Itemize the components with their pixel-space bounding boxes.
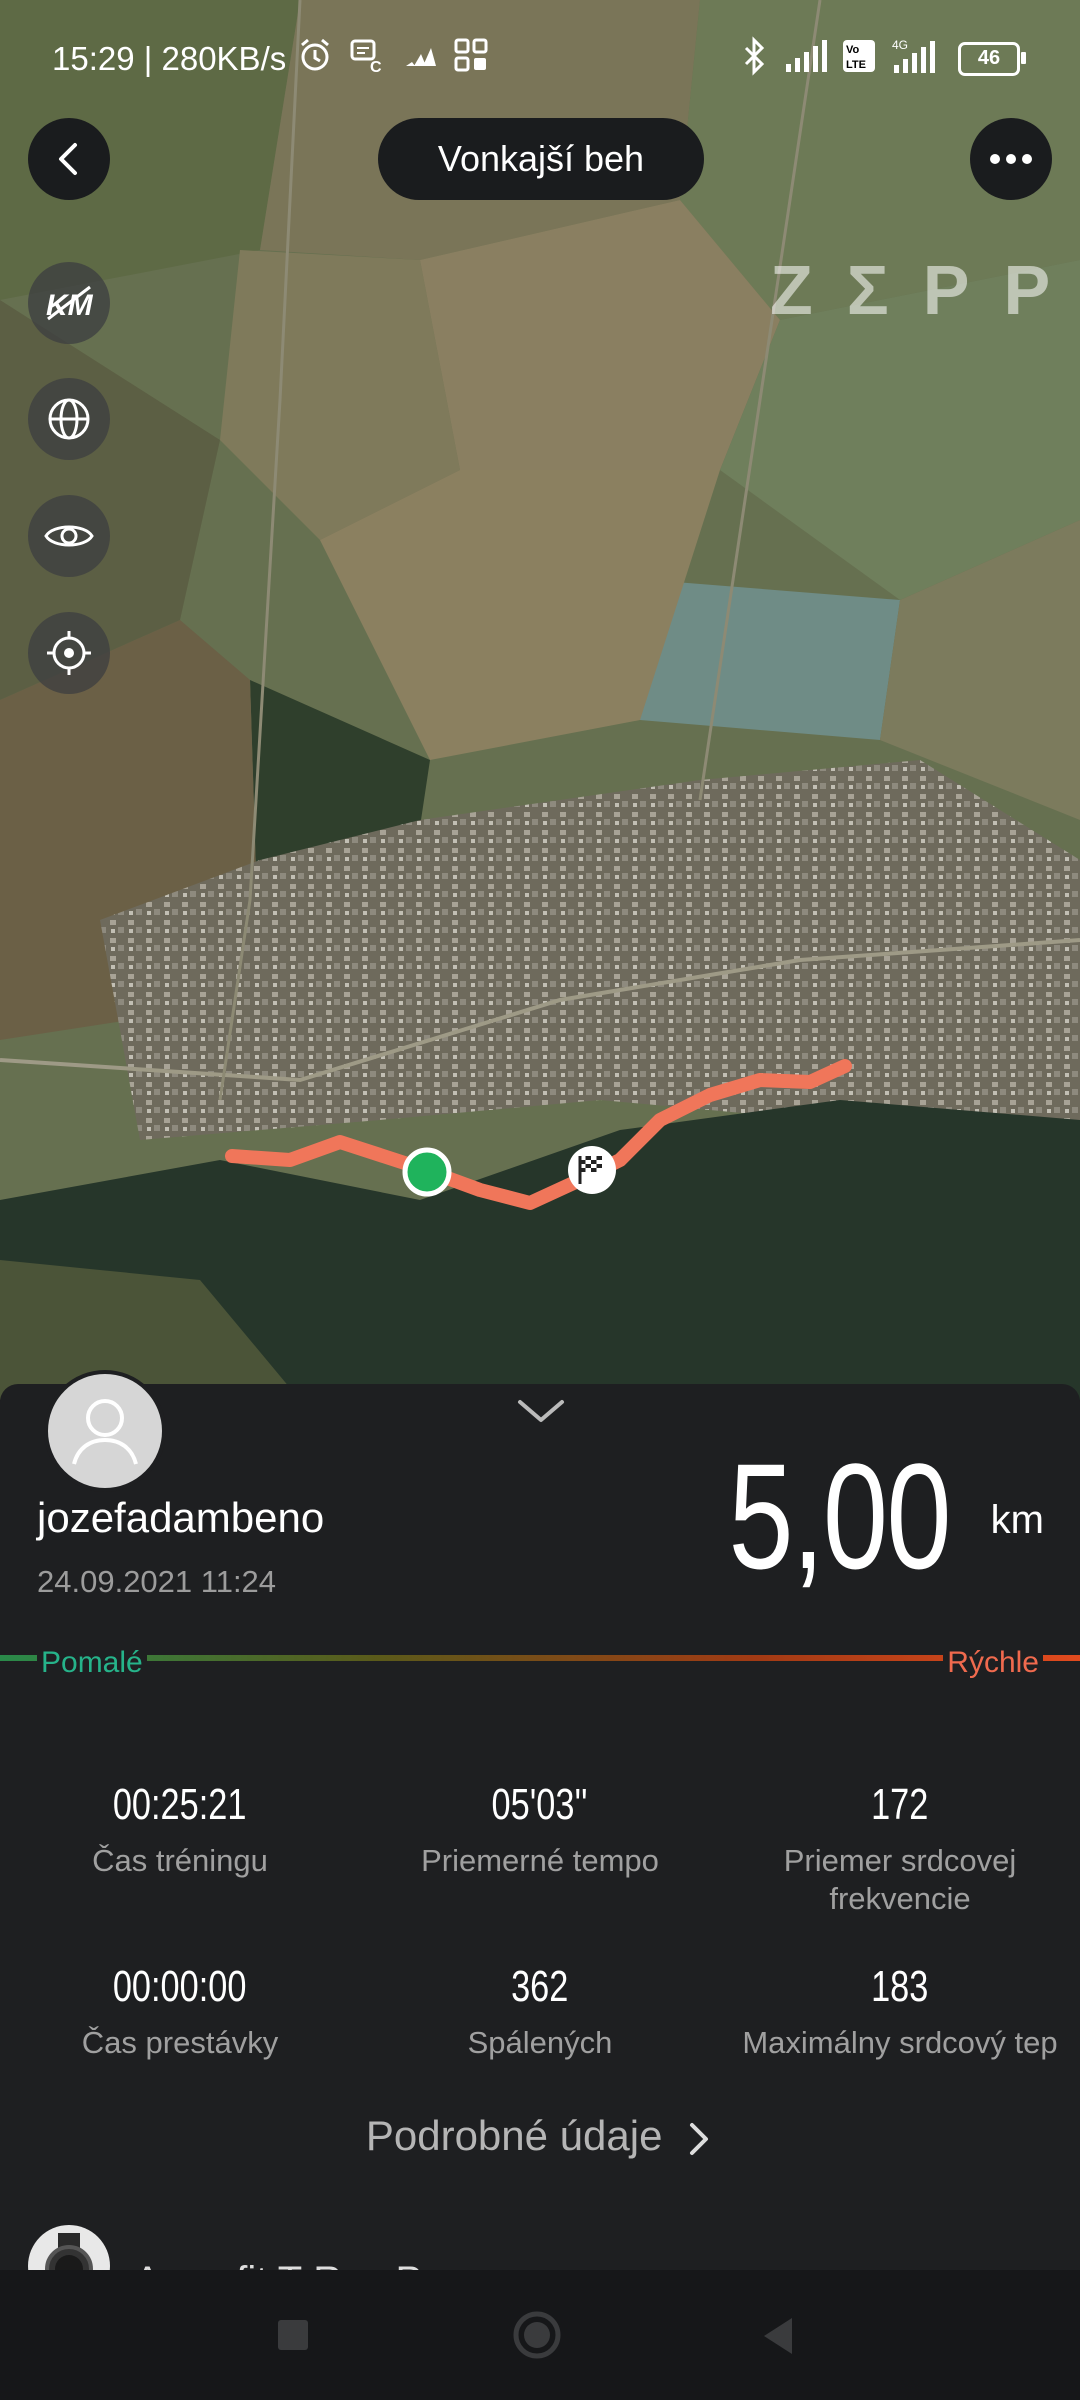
svg-text:Vo: Vo [846,44,860,56]
recents-button[interactable] [276,2318,310,2357]
fast-label: Rýchle [943,1646,1043,1680]
status-bar: 15:29 | 280KB/s C Vo LTE 4G 46 [0,0,1080,120]
slow-label: Pomalé [37,1646,147,1680]
locate-icon [47,631,91,675]
collapse-sheet-button[interactable] [516,1396,566,1431]
back-icon [59,143,77,175]
home-button[interactable] [512,2310,562,2365]
distance-unit: km [990,1498,1044,1542]
notification-icon: C [348,36,386,79]
stat-value: 183 [871,1962,929,2011]
finish-flag-marker [568,1146,616,1194]
battery-icon: 46 [958,41,1026,76]
svg-text:C: C [370,59,382,74]
person-icon [72,1399,138,1465]
bluetooth-icon [740,36,770,81]
chevron-right-icon [690,2122,709,2155]
stat-avg-heart-rate: 172 Priemer srdcovej frekvencie [720,1780,1080,1918]
visibility-button[interactable] [28,495,110,577]
svg-text:LTE: LTE [846,59,866,71]
nav-back-button[interactable] [760,2316,796,2361]
km-marker-icon: KM [46,285,94,322]
svg-text:4G: 4G [892,38,908,52]
stat-label: Priemer srdcovej frekvencie [783,1843,1017,1916]
stat-value: 00:25:21 [113,1780,247,1829]
status-right-icons: Vo LTE 4G 46 [740,36,1026,81]
stat-label: Priemerné tempo [421,1843,659,1878]
stat-avg-pace: 05'03'' Priemerné tempo [360,1780,720,1880]
zepp-logo: ZΣPP [770,251,1080,329]
circle-home-icon [513,2311,561,2359]
satellite-map-image [0,0,1080,1400]
stat-training-time: 00:25:21 Čas tréningu [0,1780,360,1880]
system-navigation-bar [0,2270,1080,2400]
stat-label: Čas prestávky [81,2025,279,2060]
stat-pause-time: 00:00:00 Čas prestávky [0,1962,360,2062]
stat-max-heart-rate: 183 Maximálny srdcový tep [720,1962,1080,2062]
back-button[interactable] [28,118,110,200]
status-time: 15:29 | 280KB/s [52,40,287,77]
username: jozefadambeno [37,1494,325,1541]
stat-label: Spálených [467,2025,613,2060]
avatar[interactable] [44,1370,166,1492]
distance-value: 5,00 [728,1432,952,1600]
route-map[interactable] [0,0,1080,1400]
activity-title: Vonkajší beh [378,118,704,200]
start-marker [402,1147,452,1197]
details-link[interactable]: Podrobné údaje [0,2112,1080,2160]
stat-value: 172 [871,1780,929,1829]
volte-icon: Vo LTE [842,39,876,78]
square-icon [278,2320,308,2350]
chevron-down-icon [518,1400,564,1422]
stat-value: 05'03'' [491,1780,589,1829]
km-marker-button[interactable]: KM [28,262,110,344]
eye-icon [44,525,94,547]
more-icon [990,154,1032,164]
stat-label: Čas tréningu [92,1843,268,1878]
map-layer-button[interactable] [28,378,110,460]
locate-button[interactable] [28,612,110,694]
stat-label: Maximálny srdcový tep [742,2025,1058,2060]
details-label: Podrobné údaje [365,2112,663,2159]
triangle-back-icon [764,2318,792,2354]
stat-calories: 362 Spálených [360,1962,720,2062]
alarm-icon [296,36,334,79]
status-left-icons: C [296,36,490,79]
more-button[interactable] [970,118,1052,200]
signal-icon [784,38,828,79]
stat-value: 362 [511,1962,569,2011]
pace-gradient-bar [0,1655,1080,1661]
svg-text:KM: KM [46,289,94,322]
adidas-icon [400,36,438,79]
app-icon [452,36,490,79]
globe-icon [48,398,90,440]
workout-date: 24.09.2021 11:24 [37,1564,277,1599]
stat-value: 00:00:00 [113,1962,247,2011]
signal-4g-icon: 4G [890,37,944,80]
